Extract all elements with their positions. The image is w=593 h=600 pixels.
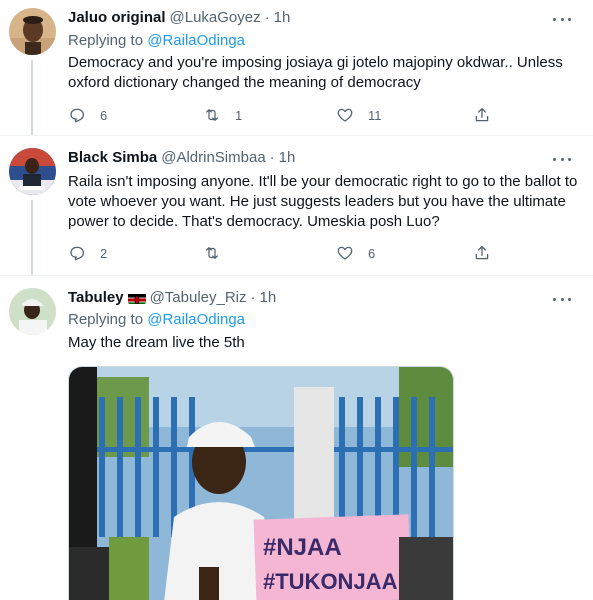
retweet-button[interactable]: 1 <box>203 105 242 125</box>
display-name[interactable]: Tabuley <box>68 288 124 308</box>
mention-link[interactable]: @RailaOdinga <box>147 311 245 328</box>
share-button[interactable] <box>473 243 491 263</box>
tweet[interactable]: Jaluo original @LukaGoyez · 1h Replying … <box>0 0 593 135</box>
thread-line <box>31 200 33 276</box>
share-icon <box>475 107 489 122</box>
heart-icon <box>337 246 353 260</box>
retweet-icon <box>206 109 218 121</box>
timestamp[interactable]: 1h <box>260 288 277 308</box>
user-handle[interactable]: @AldrinSimbaa <box>161 148 265 168</box>
tweet-actions: 2 6 <box>68 243 498 263</box>
share-icon <box>475 245 489 260</box>
more-options-icon[interactable] <box>553 296 571 302</box>
replying-to-label: Replying to <box>68 32 144 49</box>
tweet-text: Raila isn't imposing anyone. It'll be yo… <box>68 173 578 230</box>
reply-button[interactable]: 6 <box>68 105 107 125</box>
tweet[interactable]: Tabuley @Tabuley_Riz · 1h Replying to @R… <box>0 275 593 600</box>
replying-to: Replying to @RailaOdinga <box>68 31 245 51</box>
retweet-button[interactable] <box>203 243 235 263</box>
tweet-header: Jaluo original @LukaGoyez · 1h <box>68 8 290 28</box>
avatar-cap-photo <box>9 288 56 335</box>
tweet-text: May the dream live the 5th <box>68 334 245 351</box>
like-button[interactable]: 6 <box>336 243 375 263</box>
reply-count: 6 <box>100 107 108 123</box>
more-options-icon[interactable] <box>553 156 571 162</box>
reply-count: 2 <box>100 245 108 261</box>
tweet-actions: 6 1 11 <box>68 105 498 125</box>
thread-line <box>31 60 33 135</box>
separator: · <box>250 289 256 306</box>
like-count: 6 <box>368 245 376 261</box>
mention-link[interactable]: @RailaOdinga <box>147 32 245 49</box>
separator: · <box>269 149 275 166</box>
retweet-icon <box>206 247 218 259</box>
tweet-header: Tabuley @Tabuley_Riz · 1h <box>68 288 276 308</box>
user-handle[interactable]: @LukaGoyez <box>170 8 261 28</box>
reply-icon <box>70 246 85 261</box>
more-options-icon[interactable] <box>553 16 571 22</box>
heart-icon <box>337 108 353 122</box>
avatar-speaker-photo <box>9 148 56 195</box>
kenya-flag-icon <box>127 292 146 304</box>
sign-text-line2: #TUKONJAA <box>263 569 398 594</box>
tweet-header: Black Simba @AldrinSimbaa · 1h <box>68 148 295 168</box>
user-handle[interactable]: @Tabuley_Riz <box>150 288 247 308</box>
protest-photo: #NJAA #TUKONJAA <box>69 367 453 600</box>
display-name[interactable]: Jaluo original <box>68 8 166 28</box>
reply-button[interactable]: 2 <box>68 243 107 263</box>
retweet-count: 1 <box>235 107 243 123</box>
tweet-text: Democracy and you're imposing josiaya gi… <box>68 54 563 91</box>
timestamp[interactable]: 1h <box>274 8 291 28</box>
sign-text-line1: #NJAA <box>263 534 342 561</box>
tweet[interactable]: Black Simba @AldrinSimbaa · 1h Raila isn… <box>0 135 593 276</box>
like-button[interactable]: 11 <box>336 105 382 125</box>
reply-icon <box>70 108 85 123</box>
share-button[interactable] <box>473 105 491 125</box>
display-name[interactable]: Black Simba <box>68 148 157 168</box>
timestamp[interactable]: 1h <box>279 148 296 168</box>
separator: · <box>264 9 270 26</box>
like-count: 11 <box>368 107 382 123</box>
avatar[interactable] <box>9 8 56 55</box>
avatar-man-photo <box>9 8 56 55</box>
avatar[interactable] <box>9 148 56 195</box>
replying-to: Replying to @RailaOdinga <box>68 310 245 330</box>
tweet-photo[interactable]: #NJAA #TUKONJAA <box>68 366 454 600</box>
avatar[interactable] <box>9 288 56 335</box>
replying-to-label: Replying to <box>68 311 144 328</box>
